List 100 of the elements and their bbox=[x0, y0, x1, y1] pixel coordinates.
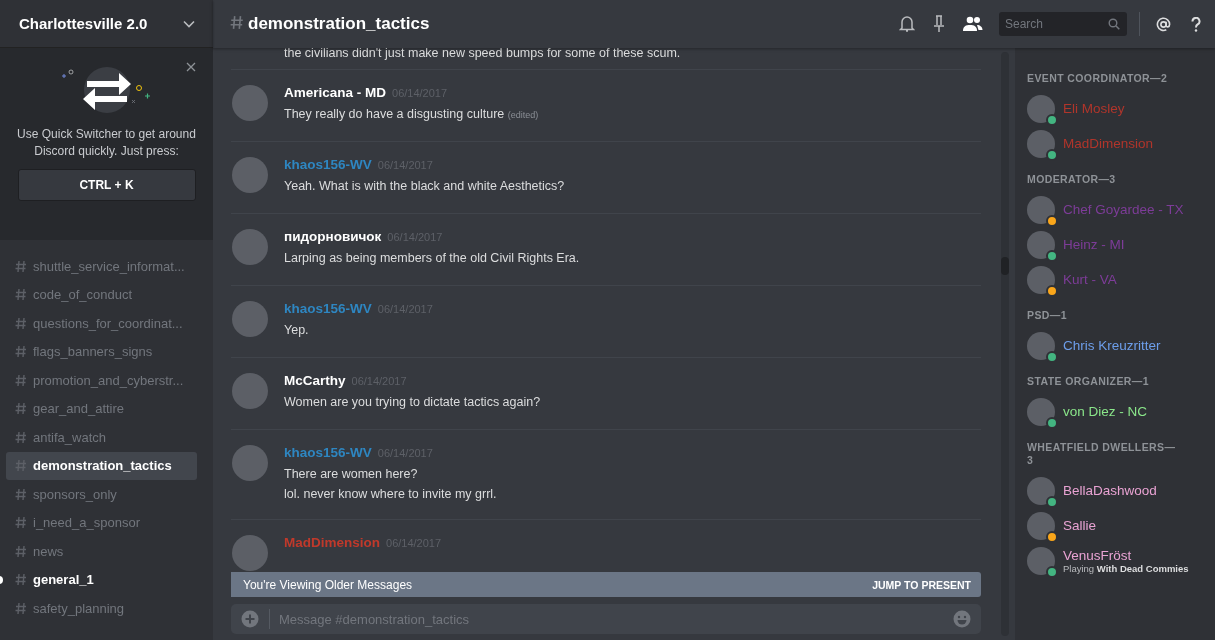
member-name: MadDimension bbox=[1063, 136, 1154, 151]
author-name[interactable]: khaos156-WV bbox=[284, 301, 372, 316]
hash-icon bbox=[15, 288, 27, 302]
avatar-image bbox=[1027, 397, 1055, 426]
hash-icon bbox=[15, 487, 27, 501]
member-name: Heinz - MI bbox=[1063, 237, 1125, 252]
member-item[interactable]: Sallie bbox=[1027, 508, 1215, 543]
avatar-image bbox=[1027, 94, 1055, 123]
channel-item[interactable]: sponsors_only bbox=[6, 480, 197, 509]
avatar-image bbox=[232, 445, 268, 481]
chevron-down-icon bbox=[183, 19, 195, 28]
channel-item[interactable]: code_of_conduct bbox=[6, 280, 197, 309]
bell-icon[interactable] bbox=[899, 15, 915, 33]
search-field[interactable]: Search bbox=[999, 12, 1127, 36]
pin-icon[interactable] bbox=[933, 15, 945, 33]
member-name: Sallie bbox=[1063, 518, 1097, 533]
member-name: Chef Goyardee - TX bbox=[1063, 202, 1184, 217]
member-item[interactable]: Eli Mosley bbox=[1027, 91, 1215, 126]
shortcut-key-button[interactable]: CTRL + K bbox=[17, 169, 196, 201]
channel-item[interactable]: questions_for_coordinat... bbox=[6, 309, 197, 338]
avatar-image bbox=[1027, 511, 1055, 540]
unread-indicator bbox=[0, 575, 3, 584]
message-text: Larping as being members of the old Civil Rights Era. bbox=[284, 250, 580, 267]
server-name: Charlottesville 2.0 bbox=[19, 15, 148, 32]
avatar-image bbox=[1027, 331, 1055, 360]
avatar-image bbox=[232, 157, 268, 193]
avatar-image bbox=[232, 85, 268, 121]
hash-icon bbox=[15, 573, 27, 587]
author-name[interactable]: McCarthy bbox=[284, 373, 346, 388]
member-item[interactable]: MadDimension bbox=[1027, 126, 1215, 161]
member-name: von Diez - NC bbox=[1063, 404, 1148, 419]
message-text: the civilians didn't just make new speed bumps for some of these scum. bbox=[284, 48, 682, 62]
channel-item[interactable]: demonstration_tactics bbox=[6, 451, 197, 480]
member-name: Eli Mosley bbox=[1063, 101, 1125, 116]
banner-text: You're Viewing Older Messages bbox=[243, 577, 413, 592]
channel-item[interactable]: gear_and_attire bbox=[6, 394, 197, 423]
hash-icon bbox=[230, 14, 244, 30]
avatar-image bbox=[1027, 265, 1055, 294]
member-item[interactable]: Kurt - VA bbox=[1027, 262, 1215, 297]
channel-item[interactable]: news bbox=[6, 537, 197, 566]
mention-icon[interactable] bbox=[1156, 16, 1171, 32]
hash-icon bbox=[15, 601, 27, 615]
role-heading: MODERATOR—3 bbox=[1027, 173, 1117, 186]
role-heading: EVENT COORDINATOR—2 bbox=[1027, 72, 1169, 85]
member-item[interactable]: Heinz - MI bbox=[1027, 227, 1215, 262]
close-icon[interactable] bbox=[186, 62, 196, 72]
hash-icon bbox=[15, 430, 27, 444]
jump-to-present-button[interactable]: JUMP TO PRESENT bbox=[872, 578, 971, 591]
avatar-image bbox=[1027, 129, 1055, 158]
hash-icon bbox=[15, 345, 27, 359]
author-name[interactable]: Americana - MD bbox=[284, 85, 387, 100]
avatar-image bbox=[232, 301, 268, 337]
message-text: Yep. bbox=[284, 322, 310, 339]
role-heading: STATE ORGANIZER—1 bbox=[1027, 375, 1150, 388]
channel-item[interactable]: antifa_watch bbox=[6, 423, 197, 452]
member-activity: Playing With Dead Commies bbox=[1063, 562, 1189, 574]
author-name[interactable]: пидорновичок bbox=[284, 229, 382, 244]
role-heading: PSD—1 bbox=[1027, 309, 1068, 322]
hash-icon bbox=[15, 544, 27, 558]
hash-icon bbox=[15, 373, 27, 387]
channel-item[interactable]: i_need_a_sponsor bbox=[6, 508, 197, 537]
member-item[interactable]: Chris Kreuzritter bbox=[1027, 328, 1215, 363]
role-heading: WHEATFIELD DWELLERS—3 bbox=[1027, 441, 1177, 467]
avatar-image bbox=[232, 535, 268, 571]
member-name: Chris Kreuzritter bbox=[1063, 338, 1161, 353]
channel-item[interactable]: promotion_and_cyberstr... bbox=[6, 366, 197, 395]
member-name: BellaDashwood bbox=[1063, 483, 1157, 498]
hash-icon bbox=[15, 259, 27, 273]
search-icon bbox=[1108, 18, 1120, 30]
channel-item[interactable]: safety_planning bbox=[6, 594, 197, 623]
member-item[interactable]: VenusFröst Playing With Dead Commies bbox=[1027, 543, 1215, 578]
author-name[interactable]: khaos156-WV bbox=[284, 445, 372, 460]
quick-switcher-hint: Use Quick Switcher to get around Discord quickly. Just press: bbox=[16, 126, 197, 160]
scrollbar[interactable] bbox=[1001, 52, 1009, 636]
channel-title: demonstration_tactics bbox=[248, 14, 431, 34]
member-item[interactable]: Chef Goyardee - TX bbox=[1027, 192, 1215, 227]
avatar-image bbox=[232, 373, 268, 409]
avatar-image bbox=[1027, 476, 1055, 505]
channel-item[interactable]: shuttle_service_informat... bbox=[6, 252, 197, 281]
author-name[interactable]: MadDimension bbox=[284, 535, 380, 550]
message-text: There are women here? bbox=[284, 466, 419, 483]
members-icon[interactable] bbox=[963, 16, 983, 32]
member-item[interactable]: BellaDashwood bbox=[1027, 473, 1215, 508]
member-name: Kurt - VA bbox=[1063, 272, 1117, 287]
message-text: lol. never know where to invite my grrl. bbox=[284, 486, 497, 503]
channel-item[interactable]: general_1 bbox=[6, 565, 197, 594]
message-text: Yeah. What is with the black and white Aesthetics? bbox=[284, 178, 565, 195]
hash-icon bbox=[15, 459, 27, 473]
channel-item[interactable]: flags_banners_signs bbox=[6, 337, 197, 366]
avatar-image bbox=[1027, 546, 1055, 575]
help-icon[interactable] bbox=[1191, 16, 1201, 32]
author-name[interactable]: khaos156-WV bbox=[284, 157, 372, 172]
avatar-image bbox=[232, 229, 268, 265]
hash-icon bbox=[15, 402, 27, 416]
hash-icon bbox=[15, 516, 27, 530]
avatar-image bbox=[1027, 195, 1055, 224]
avatar-image bbox=[1027, 230, 1055, 259]
member-item[interactable]: von Diez - NC bbox=[1027, 394, 1215, 429]
message-text: They really do have a disgusting culture (edited) bbox=[284, 106, 539, 123]
member-name: VenusFröst bbox=[1063, 547, 1133, 563]
